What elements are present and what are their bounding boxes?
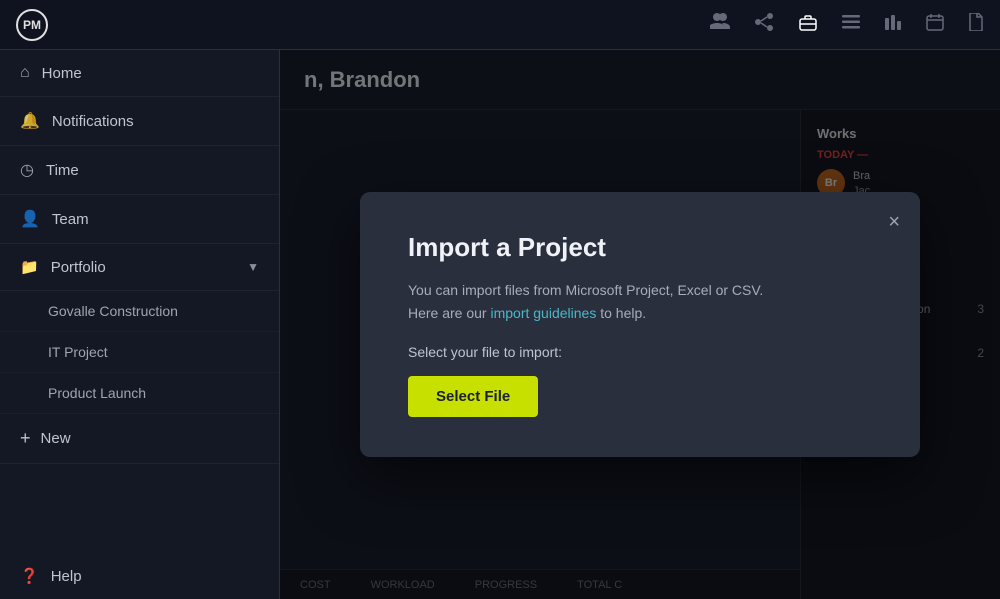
sidebar-project-1-label: Govalle Construction	[48, 303, 178, 319]
calendar-icon[interactable]	[926, 13, 944, 36]
sidebar-portfolio-label: Portfolio	[51, 259, 106, 276]
chevron-down-icon: ▼	[247, 260, 259, 274]
chart-icon[interactable]	[884, 13, 902, 36]
modal-select-label: Select your file to import:	[408, 344, 872, 360]
team-icon: 👤	[20, 209, 40, 229]
portfolio-icon: 📁	[20, 258, 39, 276]
modal-description: You can import files from Microsoft Proj…	[408, 279, 872, 324]
sidebar-subitem-it[interactable]: IT Project	[0, 332, 279, 373]
sidebar-item-time[interactable]: ◷ Time	[0, 146, 279, 195]
connections-icon[interactable]	[754, 13, 774, 36]
sidebar-item-notifications[interactable]: 🔔 Notifications	[0, 97, 279, 146]
sidebar-item-team[interactable]: 👤 Team	[0, 195, 279, 244]
list-icon[interactable]	[842, 13, 860, 36]
bell-icon: 🔔	[20, 111, 40, 131]
sidebar-item-portfolio[interactable]: 📁 Portfolio ▼	[0, 244, 279, 291]
sidebar-subitem-govalle[interactable]: Govalle Construction	[0, 291, 279, 332]
help-icon: ❓	[20, 567, 39, 585]
sidebar-subitem-product[interactable]: Product Launch	[0, 373, 279, 414]
import-modal: × Import a Project You can import files …	[360, 192, 920, 457]
briefcase-icon[interactable]	[798, 13, 818, 36]
people-icon[interactable]	[710, 13, 730, 36]
modal-title: Import a Project	[408, 232, 872, 263]
sidebar-notifications-label: Notifications	[52, 113, 134, 130]
home-icon: ⌂	[20, 64, 30, 82]
modal-desc-part2: to help.	[596, 305, 646, 321]
app-logo[interactable]: PM	[16, 9, 48, 41]
sidebar-project-2-label: IT Project	[48, 344, 108, 360]
select-file-button[interactable]: Select File	[408, 376, 538, 417]
modal-overlay: × Import a Project You can import files …	[280, 50, 1000, 599]
sidebar-project-3-label: Product Launch	[48, 385, 146, 401]
plus-icon: +	[20, 428, 31, 449]
sidebar: ⌂ Home 🔔 Notifications ◷ Time 👤 Team 📁 P…	[0, 50, 280, 599]
main-content: n, Brandon COST WORKLOAD PROGRESS TOTAL …	[280, 50, 1000, 599]
main-layout: ⌂ Home 🔔 Notifications ◷ Time 👤 Team 📁 P…	[0, 50, 1000, 599]
modal-close-button[interactable]: ×	[884, 208, 904, 236]
sidebar-home-label: Home	[42, 65, 82, 82]
clock-icon: ◷	[20, 160, 34, 180]
sidebar-item-help[interactable]: ❓ Help	[0, 553, 279, 599]
sidebar-new-label: New	[41, 430, 71, 447]
top-nav-bar: PM	[0, 0, 1000, 50]
sidebar-item-new[interactable]: + New	[0, 414, 279, 464]
sidebar-time-label: Time	[46, 162, 79, 179]
sidebar-help-label: Help	[51, 568, 82, 585]
top-nav-icons	[710, 13, 984, 36]
import-guidelines-link[interactable]: import guidelines	[490, 305, 596, 321]
document-icon[interactable]	[968, 13, 984, 36]
sidebar-team-label: Team	[52, 211, 89, 228]
sidebar-item-home[interactable]: ⌂ Home	[0, 50, 279, 97]
